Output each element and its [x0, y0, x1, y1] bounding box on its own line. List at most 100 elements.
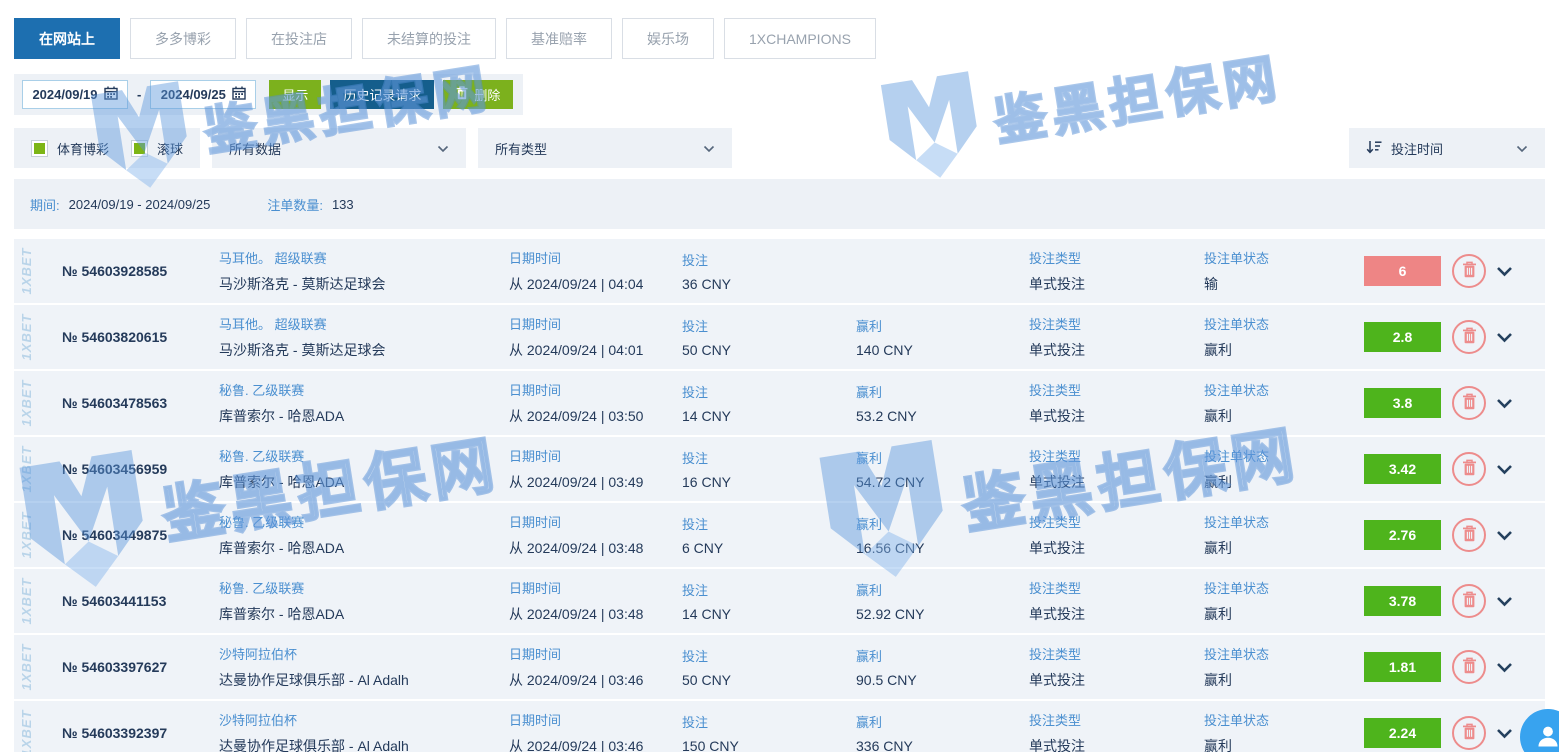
- win-column-label: 赢利: [856, 712, 1029, 731]
- status-column-label: 投注单状态: [1204, 710, 1364, 729]
- bet-amount: 150 CNY: [682, 738, 856, 752]
- bet-list: 1XBET № 54603928585 马耳他。 超级联赛 马沙斯洛克 - 莫斯…: [14, 239, 1545, 752]
- bet-type-column-label: 投注类型: [1029, 578, 1204, 597]
- bet-amount: 16 CNY: [682, 474, 856, 490]
- bet-status: 赢利: [1204, 406, 1364, 426]
- league-link[interactable]: 马耳他。 超级联赛: [219, 314, 509, 333]
- sort-dropdown-value: 投注时间: [1391, 139, 1443, 158]
- delete-button-label: 删除: [474, 85, 500, 104]
- expand-row-chevron-down-icon[interactable]: [1496, 464, 1513, 475]
- expand-row-chevron-down-icon[interactable]: [1496, 332, 1513, 343]
- league-link[interactable]: 秘鲁. 乙级联赛: [219, 578, 509, 597]
- bet-datetime: 从 2024/09/24 | 03:46: [509, 736, 682, 752]
- win-cell: 赢利 140 CNY: [856, 316, 1029, 358]
- trash-icon: [1462, 393, 1477, 413]
- delete-button[interactable]: 删除: [443, 80, 513, 109]
- bet-id: № 54603392397: [14, 725, 219, 741]
- bet-amount: 14 CNY: [682, 606, 856, 622]
- bet-status: 赢利: [1204, 538, 1364, 558]
- brand-side-label: 1XBET: [19, 248, 34, 295]
- tab-on-site[interactable]: 在网站上: [14, 18, 120, 59]
- league-link[interactable]: 沙特阿拉伯杯: [219, 710, 509, 729]
- expand-row-chevron-down-icon[interactable]: [1496, 662, 1513, 673]
- expand-row-chevron-down-icon[interactable]: [1496, 530, 1513, 541]
- datetime-column-label: 日期时间: [509, 446, 682, 465]
- expand-row-chevron-down-icon[interactable]: [1496, 266, 1513, 277]
- bet-count-label: 注单数量:: [267, 195, 323, 214]
- calendar-icon: [104, 86, 118, 103]
- date-to-input[interactable]: 2024/09/25: [150, 80, 256, 109]
- delete-bet-button[interactable]: [1452, 584, 1486, 618]
- delete-bet-button[interactable]: [1452, 320, 1486, 354]
- tab-benchmark-odds[interactable]: 基准赔率: [506, 18, 612, 59]
- all-data-dropdown[interactable]: 所有数据: [212, 128, 466, 168]
- datetime-column-label: 日期时间: [509, 248, 682, 267]
- datetime-column-label: 日期时间: [509, 710, 682, 729]
- bet-amount: 14 CNY: [682, 408, 856, 424]
- match-name: 马沙斯洛克 - 莫斯达足球会: [219, 340, 509, 360]
- bet-id: № 54603456959: [14, 461, 219, 477]
- sort-dropdown[interactable]: 投注时间: [1349, 128, 1545, 168]
- bet-column-label: 投注: [682, 580, 856, 599]
- bet-type: 单式投注: [1029, 274, 1204, 294]
- trash-icon: [1462, 459, 1477, 479]
- coefficient-badge: 2.8: [1364, 322, 1441, 352]
- expand-row-chevron-down-icon[interactable]: [1496, 596, 1513, 607]
- delete-bet-button[interactable]: [1452, 716, 1486, 750]
- sort-amount-down-icon: [1366, 140, 1382, 157]
- datetime-column-label: 日期时间: [509, 314, 682, 333]
- history-request-button[interactable]: 历史记录请求: [330, 80, 434, 109]
- bet-status: 输: [1204, 274, 1364, 294]
- coefficient-badge: 1.81: [1364, 652, 1441, 682]
- bet-type-column-label: 投注类型: [1029, 710, 1204, 729]
- delete-bet-button[interactable]: [1452, 650, 1486, 684]
- delete-bet-button[interactable]: [1452, 518, 1486, 552]
- all-types-dropdown[interactable]: 所有类型: [478, 128, 732, 168]
- show-button[interactable]: 显示: [269, 80, 321, 109]
- delete-bet-button[interactable]: [1452, 254, 1486, 288]
- tab-toto[interactable]: 多多博彩: [130, 18, 236, 59]
- expand-row-chevron-down-icon[interactable]: [1496, 728, 1513, 739]
- league-link[interactable]: 秘鲁. 乙级联赛: [219, 512, 509, 531]
- brand-side-label: 1XBET: [19, 314, 34, 361]
- bet-row: 1XBET № 54603392397 沙特阿拉伯杯 达曼协作足球俱乐部 - A…: [14, 701, 1545, 752]
- bet-amount: 50 CNY: [682, 342, 856, 358]
- tab-casino[interactable]: 娱乐场: [622, 18, 714, 59]
- delete-bet-button[interactable]: [1452, 452, 1486, 486]
- coefficient-badge: 3.8: [1364, 388, 1441, 418]
- bet-type-column-label: 投注类型: [1029, 314, 1204, 333]
- win-amount: 53.2 CNY: [856, 408, 1029, 424]
- tab-unsettled[interactable]: 未结算的投注: [362, 18, 496, 59]
- chevron-down-icon: [1516, 141, 1528, 156]
- league-link[interactable]: 沙特阿拉伯杯: [219, 644, 509, 663]
- tab-in-shop[interactable]: 在投注店: [246, 18, 352, 59]
- datetime-column-label: 日期时间: [509, 578, 682, 597]
- status-column-label: 投注单状态: [1204, 380, 1364, 399]
- bet-type-column-label: 投注类型: [1029, 644, 1204, 663]
- bet-status: 赢利: [1204, 736, 1364, 752]
- league-link[interactable]: 马耳他。 超级联赛: [219, 248, 509, 267]
- date-from-input[interactable]: 2024/09/19: [22, 80, 128, 109]
- match-name: 库普索尔 - 哈恩ADA: [219, 472, 509, 492]
- chevron-down-icon: [703, 141, 715, 156]
- win-amount: 16.56 CNY: [856, 540, 1029, 556]
- win-column-label: 赢利: [856, 448, 1029, 467]
- win-amount: 90.5 CNY: [856, 672, 1029, 688]
- status-column-label: 投注单状态: [1204, 446, 1364, 465]
- delete-bet-button[interactable]: [1452, 386, 1486, 420]
- bet-type: 单式投注: [1029, 736, 1204, 752]
- league-link[interactable]: 秘鲁. 乙级联赛: [219, 380, 509, 399]
- bet-amount: 50 CNY: [682, 672, 856, 688]
- win-column-label: 赢利: [856, 316, 1029, 335]
- expand-row-chevron-down-icon[interactable]: [1496, 398, 1513, 409]
- bet-id: № 54603449875: [14, 527, 219, 543]
- bet-column-label: 投注: [682, 448, 856, 467]
- league-link[interactable]: 秘鲁. 乙级联赛: [219, 446, 509, 465]
- win-cell: 赢利 336 CNY: [856, 712, 1029, 752]
- tab-1xchampions[interactable]: 1XCHAMPIONS: [724, 18, 876, 59]
- live-betting-label: 滚球: [157, 139, 183, 158]
- date-range-separator: -: [137, 87, 141, 102]
- win-cell: 赢利 52.92 CNY: [856, 580, 1029, 622]
- live-betting-checkbox[interactable]: 滚球: [131, 139, 183, 158]
- sport-betting-checkbox[interactable]: 体育博彩: [31, 139, 109, 158]
